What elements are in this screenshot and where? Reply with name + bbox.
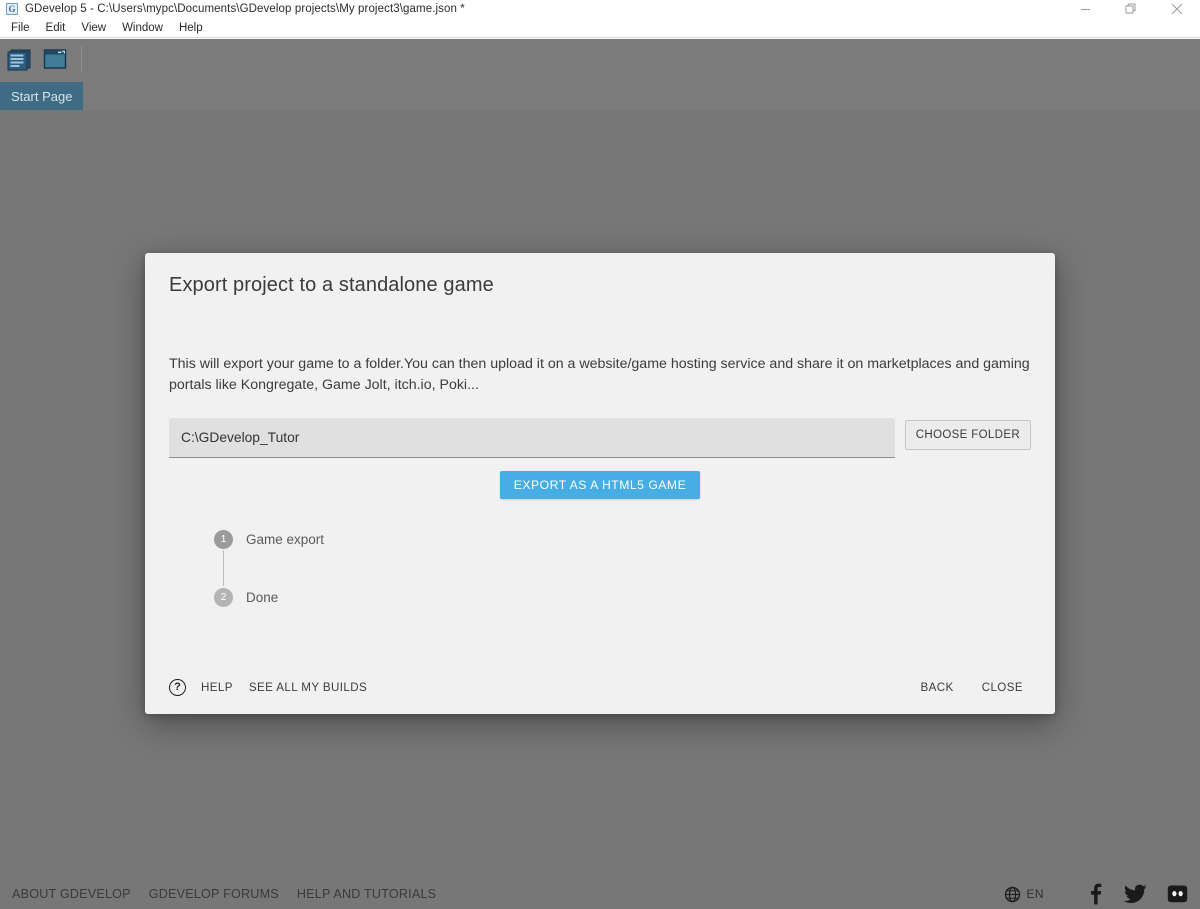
- language-label: EN: [1026, 887, 1044, 901]
- menu-item-window[interactable]: Window: [114, 20, 171, 36]
- project-manager-icon[interactable]: [3, 43, 35, 75]
- dialog-body: This will export your game to a folder.Y…: [145, 297, 1055, 660]
- dialog-footer-left: ? HELP SEE ALL MY BUILDS: [169, 676, 375, 699]
- back-button[interactable]: BACK: [913, 676, 962, 699]
- help-button[interactable]: HELP: [193, 676, 241, 699]
- toolbar: [0, 39, 1200, 79]
- menu-item-view[interactable]: View: [73, 20, 114, 36]
- stepper-step-2: 2 Done: [214, 586, 1031, 608]
- export-stepper: 1 Game export 2 Done: [214, 528, 1031, 608]
- twitter-icon[interactable]: [1124, 884, 1147, 904]
- close-button[interactable]: CLOSE: [974, 676, 1031, 699]
- stepper-step-1: 1 Game export: [214, 528, 1031, 550]
- tab-strip: Start Page: [0, 79, 1200, 110]
- choose-folder-button[interactable]: CHOOSE FOLDER: [904, 420, 1031, 450]
- gdevelop-logo-icon: G: [6, 3, 18, 15]
- facebook-icon[interactable]: [1086, 883, 1104, 905]
- menu-item-edit[interactable]: Edit: [38, 20, 74, 36]
- dialog-footer: ? HELP SEE ALL MY BUILDS BACK CLOSE: [145, 660, 1055, 714]
- step-1-number: 1: [214, 529, 233, 549]
- dialog-title: Export project to a standalone game: [169, 274, 494, 296]
- title-bar: G GDevelop 5 - C:\Users\mypc\Documents\G…: [0, 0, 1200, 18]
- window-title: GDevelop 5 - C:\Users\mypc\Documents\GDe…: [25, 3, 465, 15]
- gdevelop-forums-link[interactable]: GDEVELOP FORUMS: [149, 887, 279, 901]
- close-icon[interactable]: [1154, 0, 1200, 18]
- dialog-footer-right: BACK CLOSE: [901, 676, 1031, 699]
- export-action-row: EXPORT AS A HTML5 GAME: [169, 471, 1031, 499]
- step-2-number: 2: [214, 587, 233, 607]
- see-all-my-builds-button[interactable]: SEE ALL MY BUILDS: [241, 676, 375, 699]
- help-and-tutorials-link[interactable]: HELP AND TUTORIALS: [297, 887, 436, 901]
- about-gdevelop-link[interactable]: ABOUT GDEVELOP: [12, 887, 131, 901]
- restore-icon[interactable]: [1108, 0, 1154, 18]
- toolbar-separator: [81, 46, 82, 72]
- export-path-input[interactable]: [169, 418, 895, 458]
- discord-icon[interactable]: [1167, 884, 1188, 904]
- globe-icon: [1004, 886, 1020, 902]
- export-path-row: CHOOSE FOLDER: [169, 418, 1031, 458]
- help-question-icon[interactable]: ?: [169, 678, 186, 696]
- bottom-bar-social: EN: [1004, 883, 1188, 905]
- menu-item-file[interactable]: File: [3, 20, 38, 36]
- window-controls: [1062, 0, 1200, 18]
- menu-item-help[interactable]: Help: [171, 20, 211, 36]
- export-html5-button[interactable]: EXPORT AS A HTML5 GAME: [499, 471, 701, 499]
- preview-window-icon[interactable]: [39, 43, 71, 75]
- app-window: G GDevelop 5 - C:\Users\mypc\Documents\G…: [0, 0, 1200, 909]
- stepper-connector: [223, 550, 224, 586]
- export-dialog: Export project to a standalone game This…: [145, 253, 1055, 714]
- step-1-label: Game export: [246, 531, 325, 547]
- bottom-bar: ABOUT GDEVELOP GDEVELOP FORUMS HELP AND …: [0, 879, 1200, 909]
- minimize-icon[interactable]: [1062, 0, 1108, 18]
- bottom-bar-links: ABOUT GDEVELOP GDEVELOP FORUMS HELP AND …: [12, 887, 454, 901]
- language-selector[interactable]: EN: [1004, 886, 1044, 903]
- tab-start-page[interactable]: Start Page: [0, 82, 84, 110]
- step-2-label: Done: [246, 589, 279, 605]
- menu-bar: File Edit View Window Help: [0, 18, 1200, 38]
- dialog-description: This will export your game to a folder.Y…: [169, 356, 1030, 393]
